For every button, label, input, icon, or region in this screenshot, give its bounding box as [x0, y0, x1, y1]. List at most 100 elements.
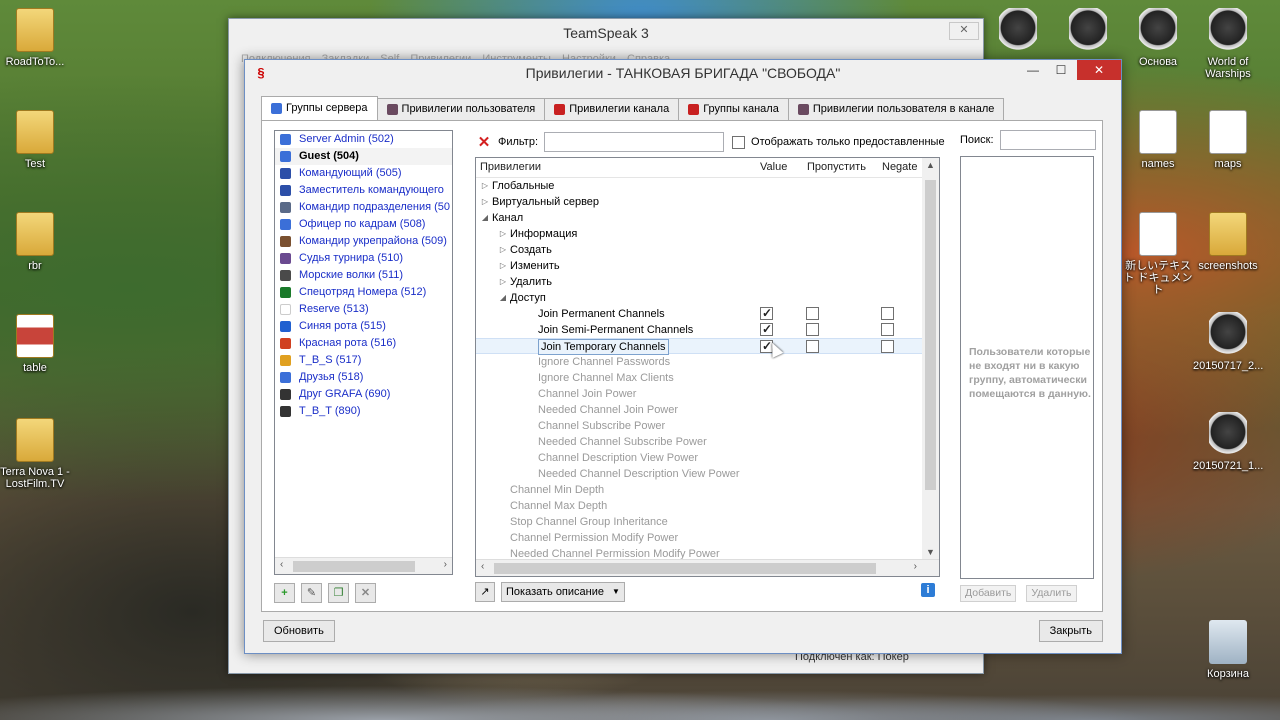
permission-row[interactable]: Needed Channel Join Power — [476, 402, 939, 418]
permission-row[interactable]: Channel Max Depth — [476, 498, 939, 514]
tab-4[interactable]: Привилегии пользователя в канале — [787, 98, 1005, 120]
expand-arrow-icon[interactable]: ▷ — [480, 194, 490, 210]
scroll-thumb[interactable] — [494, 563, 876, 574]
tab-3[interactable]: Группы канала — [678, 98, 789, 120]
server-group-item[interactable]: Друзья (518) — [275, 369, 452, 386]
maximize-icon[interactable]: ☐ — [1047, 60, 1075, 80]
copy-group-icon[interactable]: ❐ — [328, 583, 349, 603]
scroll-right-icon[interactable]: › — [444, 559, 447, 570]
clear-filter-icon[interactable]: ✕ — [476, 133, 492, 151]
server-group-item[interactable]: Синяя рота (515) — [275, 318, 452, 335]
scroll-up-icon[interactable]: ▲ — [926, 160, 935, 170]
desktop-icon-2[interactable]: rbr — [0, 212, 70, 272]
desktop-icon-right-1[interactable]: World of Warships — [1193, 8, 1263, 80]
server-groups-list[interactable]: Server Admin (502) Guest (504) Командующий… — [274, 130, 453, 575]
desktop-icon-right-8[interactable]: Корзина — [1193, 620, 1263, 680]
group-members-list[interactable]: Пользователи которые не входят ни в каку… — [960, 156, 1094, 579]
scroll-left-icon[interactable]: ‹ — [280, 559, 283, 570]
column-permissions[interactable]: Привилегии — [480, 158, 541, 177]
permission-row[interactable]: ▷ Глобальные — [476, 178, 939, 194]
permission-row[interactable]: Stop Channel Group Inheritance — [476, 514, 939, 530]
permission-row[interactable]: Channel Description View Power — [476, 450, 939, 466]
desktop-icon-right-2[interactable]: names — [1123, 110, 1193, 170]
groups-horizontal-scrollbar[interactable]: ‹ › — [275, 557, 452, 574]
permission-row[interactable]: ◢ Доступ — [476, 290, 939, 306]
permission-row[interactable]: ▷ Информация — [476, 226, 939, 242]
tab-2[interactable]: Привилегии канала — [544, 98, 680, 120]
skip-checkbox[interactable] — [806, 340, 819, 353]
delete-group-icon[interactable]: ✕ — [355, 583, 376, 603]
add-member-button[interactable]: Добавить — [960, 585, 1017, 602]
collapse-arrow-icon[interactable]: ◢ — [480, 210, 490, 226]
expand-arrow-icon[interactable]: ▷ — [498, 226, 508, 242]
dialog-titlebar[interactable]: § Привилегии - ТАНКОВАЯ БРИГАДА "СВОБОДА… — [245, 60, 1121, 86]
desktop-icon-right-5[interactable]: screenshots — [1193, 212, 1263, 272]
skip-checkbox[interactable] — [806, 307, 819, 320]
value-checkbox[interactable] — [760, 321, 773, 337]
rename-group-icon[interactable]: ✎ — [301, 583, 322, 603]
server-group-item[interactable]: Спецотряд Номера (512) — [275, 284, 452, 301]
permission-row[interactable]: Channel Subscribe Power — [476, 418, 939, 434]
permission-row[interactable]: ◢ Канал — [476, 210, 939, 226]
desktop-icon-tank-0[interactable] — [983, 8, 1053, 56]
negate-checkbox[interactable] — [881, 307, 894, 320]
server-group-item[interactable]: T_B_T (890) — [275, 403, 452, 420]
permission-row[interactable]: ▷ Виртуальный сервер — [476, 194, 939, 210]
permission-row[interactable]: Channel Join Power — [476, 386, 939, 402]
close-icon[interactable]: ✕ — [949, 22, 979, 40]
scroll-thumb[interactable] — [925, 180, 936, 490]
desktop-icon-1[interactable]: Test — [0, 110, 70, 170]
desktop-icon-right-4[interactable]: 新しいテキスト ドキュメント — [1123, 212, 1193, 296]
tree-horizontal-scrollbar[interactable]: ‹ › — [476, 559, 939, 576]
expand-arrow-icon[interactable]: ▷ — [498, 242, 508, 258]
permission-row[interactable]: Ignore Channel Passwords — [476, 354, 939, 370]
permission-row[interactable]: Join Temporary Channels — [476, 338, 939, 355]
scroll-right-icon[interactable]: › — [914, 561, 917, 572]
permission-row[interactable]: Needed Channel Description View Power — [476, 466, 939, 482]
tab-0[interactable]: Группы сервера — [261, 96, 378, 120]
permission-row[interactable]: Needed Channel Subscribe Power — [476, 434, 939, 450]
column-skip[interactable]: Пропустить — [807, 158, 866, 177]
minimize-icon[interactable]: — — [1019, 60, 1047, 80]
permission-row[interactable]: ▷ Изменить — [476, 258, 939, 274]
scroll-thumb[interactable] — [293, 561, 415, 572]
desktop-icon-right-3[interactable]: maps — [1193, 110, 1263, 170]
server-group-item[interactable]: Server Admin (502) — [275, 131, 452, 148]
desktop-icon-4[interactable]: Terra Nova 1 - LostFilm.TV — [0, 418, 70, 490]
server-group-item[interactable]: Судья турнира (510) — [275, 250, 452, 267]
expand-arrow-icon[interactable]: ▷ — [480, 178, 490, 194]
search-input[interactable] — [999, 130, 1096, 150]
collapse-arrow-icon[interactable]: ◢ — [498, 290, 508, 306]
skip-checkbox[interactable] — [806, 323, 819, 336]
permission-row[interactable]: Join Permanent Channels — [476, 305, 939, 322]
tree-vertical-scrollbar[interactable]: ▲ ▼ — [922, 158, 939, 559]
show-granted-checkbox[interactable] — [732, 135, 746, 149]
tab-1[interactable]: Привилегии пользователя — [376, 98, 546, 120]
expand-arrow-icon[interactable]: ▷ — [498, 274, 508, 290]
negate-checkbox[interactable] — [881, 323, 894, 336]
desktop-icon-tank-1[interactable] — [1053, 8, 1123, 56]
desktop-icon-right-0[interactable]: Основа — [1123, 8, 1193, 68]
refresh-button[interactable]: Обновить — [263, 620, 335, 642]
server-group-item[interactable]: Офицер по кадрам (508) — [275, 216, 452, 233]
server-group-item[interactable]: Guest (504) — [275, 148, 452, 165]
desktop-icon-3[interactable]: table — [0, 314, 70, 374]
server-group-item[interactable]: Командир укрепрайона (509) — [275, 233, 452, 250]
permission-row[interactable]: Channel Min Depth — [476, 482, 939, 498]
permission-row[interactable]: Channel Permission Modify Power — [476, 530, 939, 546]
desktop-icon-right-6[interactable]: 20150717_2... — [1193, 312, 1263, 372]
close-button[interactable]: Закрыть — [1038, 620, 1103, 642]
desktop-icon-right-7[interactable]: 20150721_1... — [1193, 412, 1263, 472]
info-icon[interactable]: i — [921, 583, 935, 597]
filter-input[interactable] — [544, 132, 725, 152]
server-group-item[interactable]: Командующий (505) — [275, 165, 452, 182]
expand-arrow-icon[interactable]: ▷ — [498, 258, 508, 274]
expand-icon[interactable]: ↗ — [475, 582, 495, 602]
permission-row[interactable]: ▷ Создать — [476, 242, 939, 258]
desktop-icon-0[interactable]: RoadToTo... — [0, 8, 70, 68]
show-description-dropdown[interactable]: Показать описание ▼ — [501, 582, 625, 602]
permission-row[interactable]: ▷ Удалить — [476, 274, 939, 290]
permission-row[interactable]: Join Semi-Permanent Channels — [476, 321, 939, 338]
server-group-item[interactable]: T_B_S (517) — [275, 352, 452, 369]
negate-checkbox[interactable] — [881, 340, 894, 353]
